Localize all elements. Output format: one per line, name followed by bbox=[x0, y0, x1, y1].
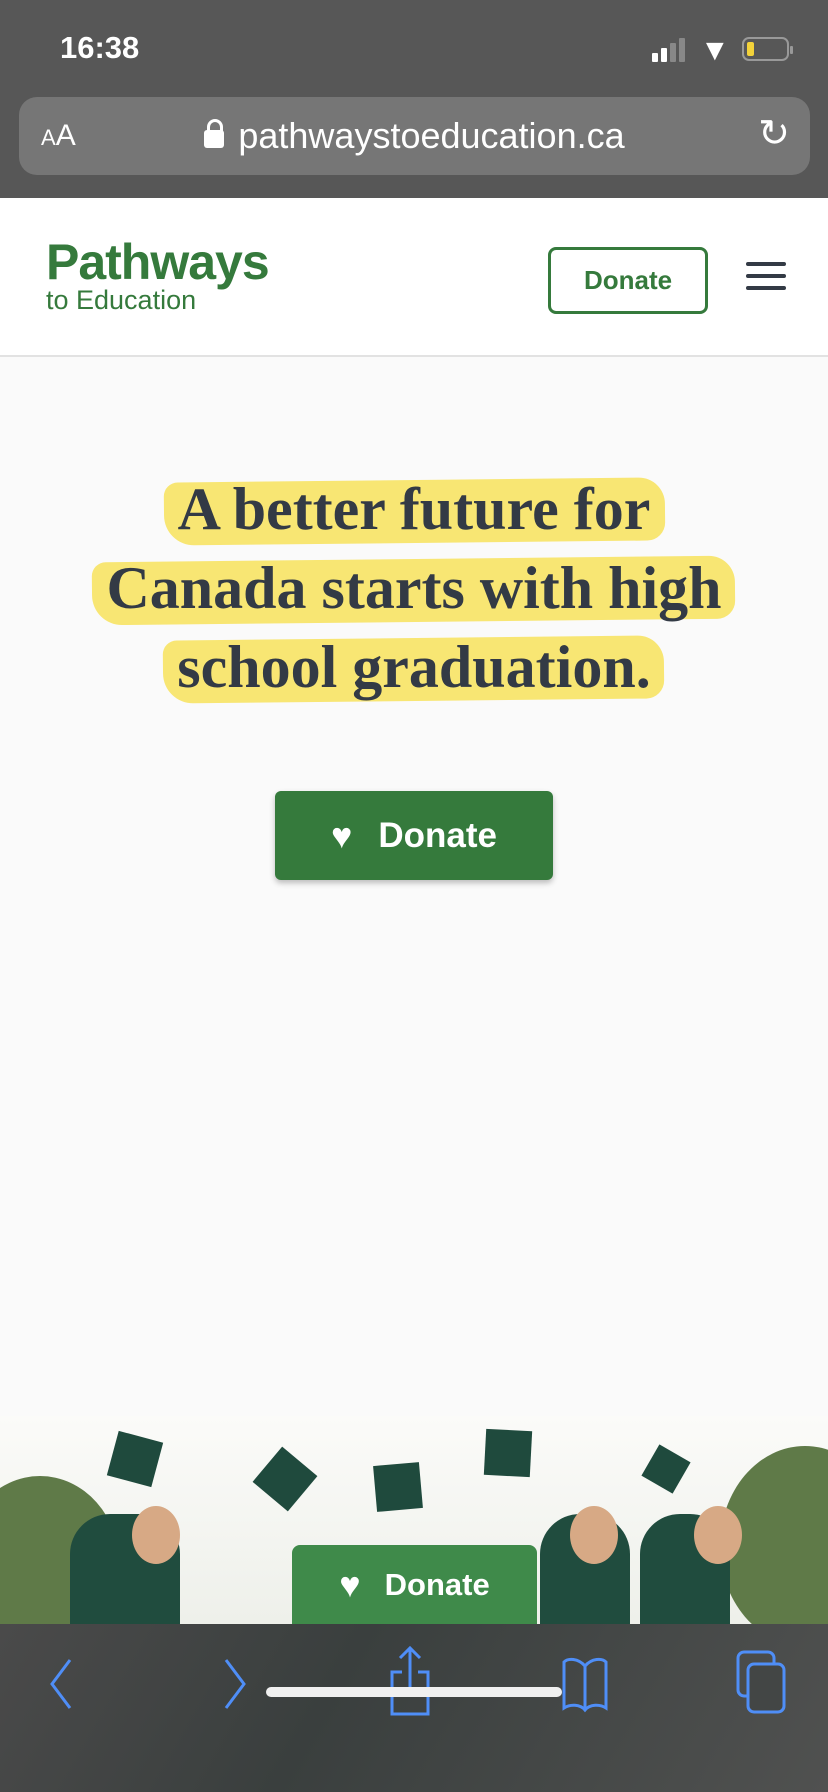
bookmarks-icon[interactable] bbox=[562, 1654, 608, 1714]
forward-icon[interactable] bbox=[220, 1654, 250, 1714]
battery-icon bbox=[742, 37, 793, 61]
back-icon[interactable] bbox=[46, 1654, 76, 1714]
browser-toolbar bbox=[0, 1624, 828, 1792]
sticky-donate-button[interactable]: ♥ Donate bbox=[292, 1545, 537, 1624]
status-bar: 16:38 ▼ AA pathwaystoeducation.ca ↻ bbox=[0, 0, 828, 198]
menu-icon[interactable] bbox=[746, 262, 786, 290]
site-header: Pathways to Education Donate bbox=[0, 198, 828, 357]
cellular-signal-icon bbox=[652, 38, 685, 62]
reload-icon[interactable]: ↻ bbox=[758, 111, 790, 156]
address-bar[interactable]: AA pathwaystoeducation.ca ↻ bbox=[19, 97, 810, 175]
heart-icon: ♥ bbox=[339, 1563, 361, 1605]
tabs-icon[interactable] bbox=[736, 1650, 786, 1716]
wifi-icon: ▼ bbox=[700, 34, 730, 67]
heart-icon: ♥ bbox=[331, 814, 353, 856]
hero-headline: A better future for Canada starts with h… bbox=[0, 470, 828, 707]
share-icon[interactable] bbox=[388, 1646, 432, 1716]
header-donate-button[interactable]: Donate bbox=[548, 247, 708, 314]
clock: 16:38 bbox=[60, 30, 140, 65]
lock-icon bbox=[204, 119, 225, 148]
hero-donate-button[interactable]: ♥ Donate bbox=[275, 791, 553, 880]
url-field[interactable]: pathwaystoeducation.ca bbox=[19, 115, 810, 157]
home-indicator[interactable] bbox=[266, 1687, 562, 1697]
logo[interactable]: Pathways to Education bbox=[46, 237, 270, 314]
